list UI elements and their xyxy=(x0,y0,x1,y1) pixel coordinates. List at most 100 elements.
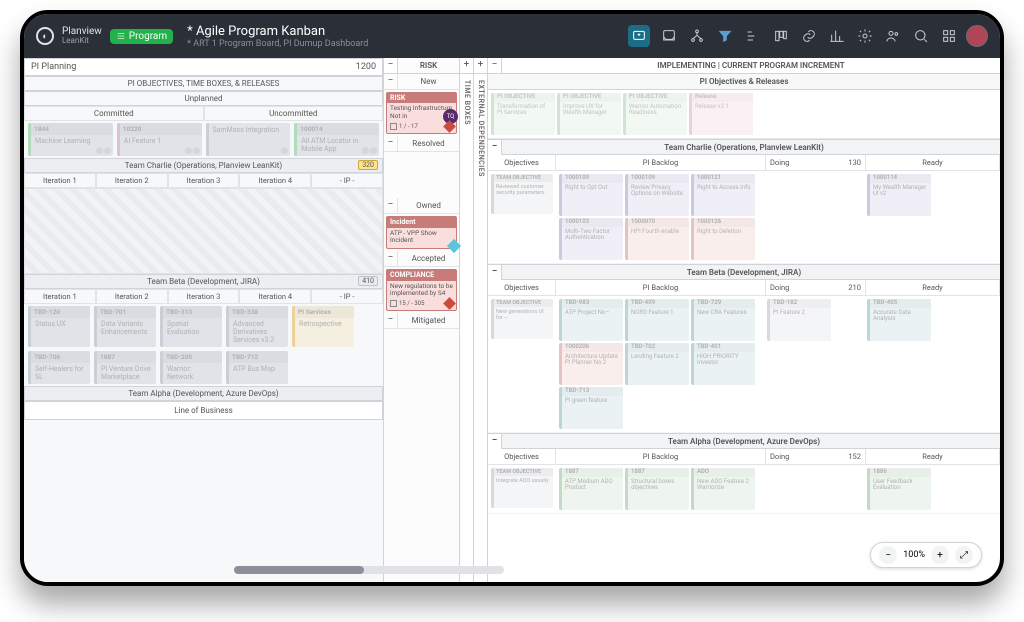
title-block: * Agile Program Kanban * ART 1 Program B… xyxy=(187,24,368,49)
unplanned-header: Unplanned xyxy=(24,91,383,106)
hierarchy-icon[interactable] xyxy=(686,25,708,47)
ready-card[interactable]: TBD-405Accurate Data Analysis xyxy=(867,299,931,341)
expand-icon[interactable]: + xyxy=(474,58,487,74)
backlog-card[interactable]: TBD-713PI green feature xyxy=(559,387,623,429)
incident-card[interactable]: Incident ATP - VPP Show Incident xyxy=(386,216,457,249)
program-card[interactable]: 1844Machine Learning xyxy=(28,123,113,156)
collapse-icon[interactable]: − xyxy=(384,251,398,266)
pi-obj-header[interactable]: PI Objectives & Releases xyxy=(488,74,1000,90)
collapse-icon[interactable]: − xyxy=(384,313,398,328)
resolved-lane[interactable]: Resolved xyxy=(398,136,459,151)
timeboxes-strip[interactable]: + TIME BOXES xyxy=(460,58,474,582)
grid-icon[interactable] xyxy=(938,25,960,47)
backlog-card[interactable]: ADONew ADO Feature 2 Warriorize xyxy=(691,468,755,510)
collapse-icon[interactable]: − xyxy=(384,198,398,213)
team-charlie-header[interactable]: Team Charlie (Operations, Planview LeanK… xyxy=(24,158,383,173)
backlog-card[interactable]: 1000070HPI Fourth enable xyxy=(625,218,689,260)
release-card[interactable]: ReleaseRelease v2.1 xyxy=(689,93,753,135)
team-beta-header[interactable]: Team Beta (Development, JIRA)410 xyxy=(24,274,383,289)
board-add-button[interactable] xyxy=(628,25,650,47)
pi-obj-card[interactable]: PI OBJECTIVEWarrior Automation Readiness xyxy=(623,93,687,135)
beta-card[interactable]: TBD-120Status UX xyxy=(28,306,90,347)
pi-planning-header[interactable]: PI Planning1200 xyxy=(24,58,383,76)
accepted-lane[interactable]: Accepted xyxy=(398,251,459,266)
program-chip[interactable]: Program xyxy=(110,29,173,44)
ready-card[interactable]: 1000114My Wealth Manager UI v2 xyxy=(867,174,931,216)
collapse-icon[interactable]: − xyxy=(488,140,502,155)
beta-card[interactable]: PI ServicesRetrospective xyxy=(292,306,354,347)
team-beta-hdr[interactable]: −Team Beta (Development, JIRA) xyxy=(488,264,1000,280)
gear-icon[interactable] xyxy=(854,25,876,47)
backlog-card[interactable]: 1887ATP Medium ADO Product xyxy=(559,468,623,510)
team-alpha-header[interactable]: Team Alpha (Development, Azure DevOps) xyxy=(24,386,383,401)
pi-obj-card[interactable]: PI OBJECTIVETransformation of PI Service… xyxy=(491,93,555,135)
charlie-iteration-cells[interactable] xyxy=(24,188,383,274)
funnel-icon[interactable] xyxy=(714,25,736,47)
users-icon[interactable] xyxy=(882,25,904,47)
gantt-icon[interactable] xyxy=(742,25,764,47)
avatar[interactable] xyxy=(966,25,988,47)
collapse-icon[interactable]: − xyxy=(488,58,502,73)
backlog-card[interactable]: 1000121Right to Access Info xyxy=(691,174,755,216)
backlog-card[interactable]: 1000126Right to Deletion xyxy=(691,218,755,260)
doing-card[interactable]: TBD-182PI Feature 2 xyxy=(767,299,831,341)
backlog-card[interactable]: TBD-409NORD Feature 1 xyxy=(625,299,689,341)
backlog-card[interactable]: 1000206Architecture Update PI Planner No… xyxy=(559,343,623,385)
owned-lane[interactable]: Owned xyxy=(398,198,459,213)
beta-card[interactable]: TBD-712ATP Bus Map xyxy=(226,351,288,384)
objective-card[interactable]: TEAM OBJECTIVEIntegrate ADO usually xyxy=(491,468,553,508)
beta-card[interactable]: TBD-706Self-Healers for SL xyxy=(28,351,90,384)
link-icon[interactable] xyxy=(798,25,820,47)
team-alpha-hdr[interactable]: −Team Alpha (Development, Azure DevOps) xyxy=(488,433,1000,449)
backlog-card[interactable]: TBD-729New CRA Features xyxy=(691,299,755,341)
top-program-cards: 1844Machine Learning 10220AI Feature 1 S… xyxy=(24,121,383,158)
zoom-level: 100% xyxy=(903,550,925,560)
external-deps-strip[interactable]: + EXTERNAL DEPENDENCIES xyxy=(474,58,488,582)
zoom-in-button[interactable]: + xyxy=(931,546,949,564)
charlie-cards: TEAM OBJECTIVEReviewed customer security… xyxy=(488,171,1000,264)
backlog-card[interactable]: 1887Structural boxes objectives xyxy=(625,468,689,510)
collapse-icon[interactable]: − xyxy=(488,265,502,280)
objective-card[interactable]: TEAM OBJECTIVEReviewed customer security… xyxy=(491,174,553,214)
left-panel: PI Planning1200 PI OBJECTIVES, TIME BOXE… xyxy=(24,58,384,582)
ready-card[interactable]: 1886User Feedback Evaluation xyxy=(867,468,931,510)
team-charlie-hdr[interactable]: −Team Charlie (Operations, Planview Lean… xyxy=(488,139,1000,155)
alpha-cards: TEAM OBJECTIVEIntegrate ADO usually 1887… xyxy=(488,465,1000,514)
beta-card[interactable]: TBD-701Data Variants Enhancements xyxy=(94,306,156,347)
expand-icon[interactable]: + xyxy=(460,58,473,74)
backlog-card[interactable]: 1000109Review Privacy Options on Website xyxy=(625,174,689,216)
backlog-card[interactable]: TBD-401HIGH PRIORITY Investor xyxy=(691,343,755,385)
pi-obj-card[interactable]: PI OBJECTIVEImprove UX for Wealth Manage… xyxy=(557,93,621,135)
fit-button[interactable]: ⤢ xyxy=(955,546,973,564)
search-icon[interactable] xyxy=(910,25,932,47)
backlog-card[interactable]: TBD-983ATP Project No– xyxy=(559,299,623,341)
new-lane[interactable]: New xyxy=(398,74,459,89)
objective-card[interactable]: TEAM OBJECTIVENew generations UI for – xyxy=(491,299,553,339)
collapse-icon[interactable]: − xyxy=(384,74,398,89)
collapse-icon[interactable]: − xyxy=(384,58,398,73)
program-card[interactable]: 10220AI Feature 1 xyxy=(117,123,202,156)
program-card[interactable]: SamMass Integration xyxy=(206,123,291,156)
backlog-card[interactable]: 1000103Multi-Two Factor Authentication xyxy=(559,218,623,260)
horizontal-scrollbar[interactable] xyxy=(234,566,504,574)
backlog-card[interactable]: 1000109Right to Opt Out xyxy=(559,174,623,216)
implementing-header: IMPLEMENTING | CURRENT PROGRAM INCREMENT xyxy=(502,58,1000,73)
risk-card[interactable]: RISK Testing Infrastructure Not in 1 / -… xyxy=(386,92,457,134)
app-logo: ◐ xyxy=(36,27,54,45)
collapse-icon[interactable]: − xyxy=(384,136,398,151)
compliance-card[interactable]: COMPLIANCE New regulations to be impleme… xyxy=(386,269,457,311)
chart-icon[interactable] xyxy=(826,25,848,47)
board-icon[interactable] xyxy=(770,25,792,47)
beta-card[interactable]: TBD-338Advanced Derivatives Services v3.… xyxy=(226,306,288,347)
beta-card[interactable]: 1887PI Venture Drive Marketplace xyxy=(94,351,156,384)
collapse-icon[interactable]: − xyxy=(488,434,502,449)
program-card[interactable]: 100014All ATM Locator in Mobile App xyxy=(294,123,379,156)
beta-cards: TBD-120Status UX TBD-701Data Variants En… xyxy=(24,304,383,386)
inbox-icon[interactable] xyxy=(658,25,680,47)
zoom-out-button[interactable]: − xyxy=(879,546,897,564)
beta-card[interactable]: TBD-205Warrior: Network xyxy=(160,351,222,384)
backlog-card[interactable]: TBD-702Lending Feature 2 xyxy=(625,343,689,385)
mitigated-lane[interactable]: Mitigated xyxy=(398,313,459,328)
beta-card[interactable]: TBD-313Spatial Evaluation xyxy=(160,306,222,347)
risk-header: −RISK xyxy=(384,58,459,74)
